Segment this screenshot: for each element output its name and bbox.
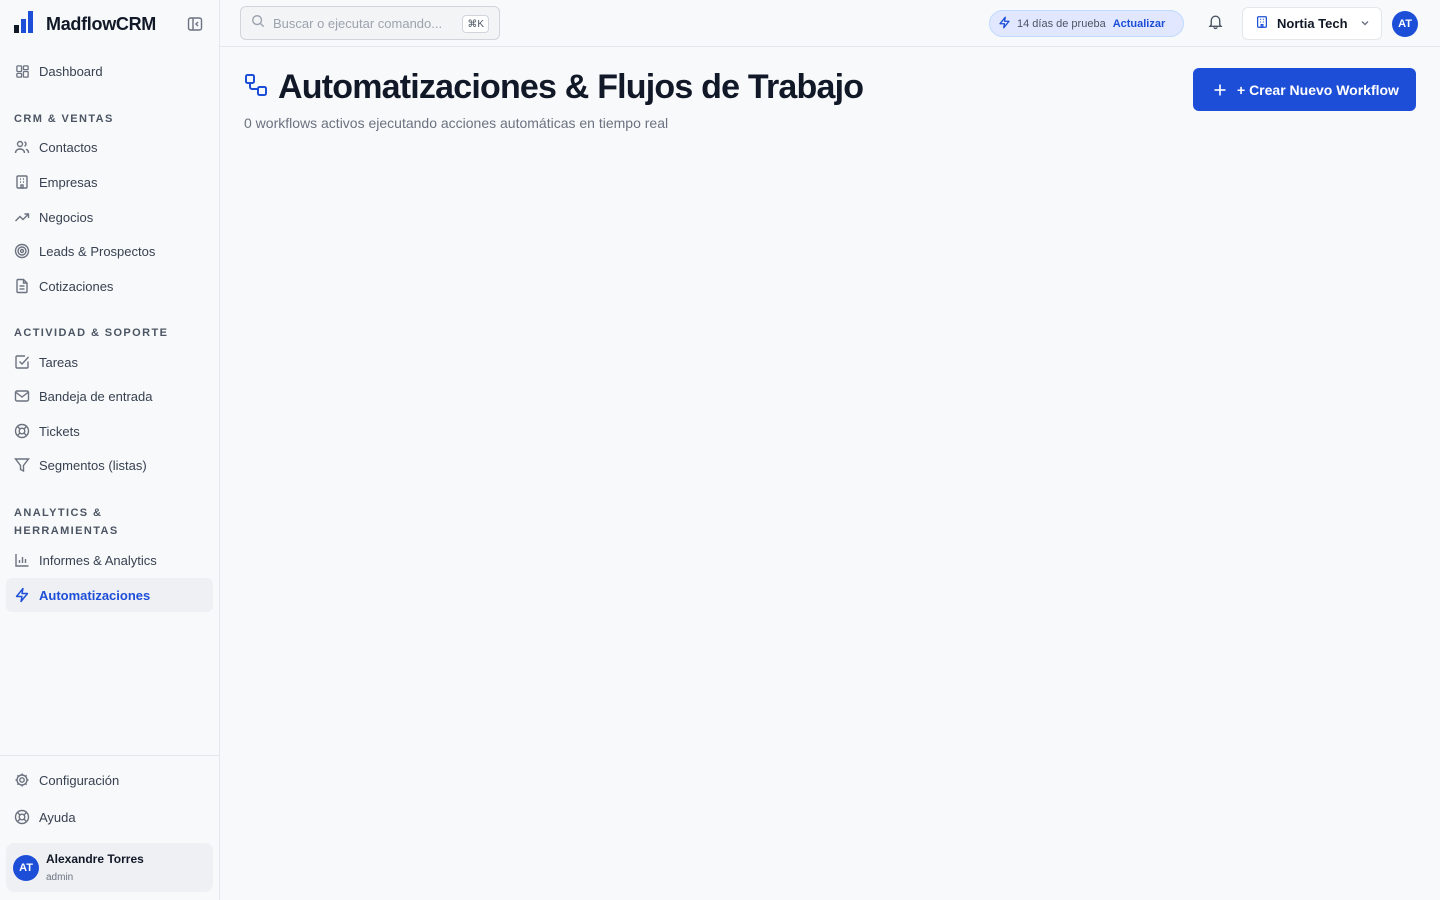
- sidebar-item-label: Bandeja de entrada: [39, 388, 153, 404]
- sidebar-item-segmentos[interactable]: Segmentos (listas): [6, 448, 213, 482]
- file-text-icon: [14, 278, 30, 294]
- upgrade-link[interactable]: Actualizar: [1113, 18, 1166, 30]
- avatar[interactable]: AT: [1392, 11, 1418, 37]
- help-circle-icon: [14, 809, 30, 825]
- sidebar-item-tickets[interactable]: Tickets: [6, 414, 213, 448]
- life-buoy-icon: [14, 423, 30, 439]
- users-icon: [14, 139, 30, 155]
- avatar: AT: [13, 855, 39, 881]
- sidebar-item-label: Cotizaciones: [39, 278, 114, 294]
- sidebar-item-label: Automatizaciones: [39, 587, 151, 603]
- sidebar-item-label: Ayuda: [39, 809, 76, 825]
- section-title-analytics: ANALYTICS & HERRAMIENTAS: [14, 507, 119, 537]
- sidebar-item-label: Leads & Prospectos: [39, 243, 156, 259]
- brand-name: MadflowCRM: [46, 13, 156, 34]
- notifications-button[interactable]: [1205, 14, 1225, 34]
- sidebar-item-label: Contactos: [39, 139, 98, 155]
- bar-chart-icon: [14, 552, 30, 568]
- sidebar-item-dashboard[interactable]: Dashboard: [6, 54, 213, 88]
- section-title-crm: CRM & VENTAS: [14, 113, 114, 125]
- page-subtitle: 0 workflows activos ejecutando acciones …: [244, 115, 669, 131]
- sidebar-item-empresas[interactable]: Empresas: [6, 165, 213, 199]
- sidebar-item-label: Dashboard: [39, 63, 103, 79]
- sidebar-item-label: Empresas: [39, 174, 98, 190]
- zap-icon: [14, 587, 30, 603]
- sidebar-divider: [0, 755, 219, 756]
- check-square-icon: [14, 354, 30, 370]
- settings-icon: [14, 772, 30, 788]
- create-workflow-label: + Crear Nuevo Workflow: [1237, 81, 1399, 98]
- sidebar-item-negocios[interactable]: Negocios: [6, 200, 213, 234]
- workflow-icon: [244, 73, 268, 102]
- shortcut-badge: ⌘K: [462, 15, 489, 33]
- page-header: Automatizaciones & Flujos de Trabajo 0 w…: [244, 68, 864, 131]
- page-title: Automatizaciones & Flujos de Trabajo: [278, 68, 864, 106]
- sidebar-item-label: Tareas: [39, 354, 79, 370]
- building-icon: [1255, 15, 1269, 32]
- sidebar-collapse-button[interactable]: [184, 14, 206, 34]
- trial-banner[interactable]: 14 días de prueba Actualizar: [989, 10, 1184, 37]
- topbar: ⌘K 14 días de prueba Actualizar Nortia T…: [220, 0, 1440, 47]
- search-icon: [251, 14, 265, 33]
- sidebar-item-ayuda[interactable]: Ayuda: [6, 800, 213, 834]
- sidebar-item-tareas[interactable]: Tareas: [6, 345, 213, 379]
- sidebar-item-leads[interactable]: Leads & Prospectos: [6, 234, 213, 268]
- sidebar-item-informes[interactable]: Informes & Analytics: [6, 543, 213, 577]
- sidebar-item-cotizaciones[interactable]: Cotizaciones: [6, 269, 213, 303]
- create-workflow-button[interactable]: + Crear Nuevo Workflow: [1193, 68, 1416, 111]
- target-icon: [14, 243, 30, 259]
- bell-icon: [1207, 13, 1224, 35]
- sidebar-item-configuracion[interactable]: Configuración: [6, 763, 213, 797]
- sidebar: MadflowCRM Dashboard CRM & VENTAS Contac…: [0, 0, 220, 900]
- section-title-actividad: ACTIVIDAD & SOPORTE: [14, 327, 169, 339]
- sidebar-item-label: Informes & Analytics: [39, 552, 157, 568]
- zap-icon: [998, 16, 1011, 32]
- sidebar-item-contactos[interactable]: Contactos: [6, 130, 213, 164]
- filter-icon: [14, 457, 30, 473]
- org-switcher[interactable]: Nortia Tech: [1242, 7, 1382, 40]
- bar-chart-logo-icon: [14, 10, 34, 38]
- trial-text: 14 días de prueba: [1017, 17, 1106, 30]
- sidebar-item-label: Segmentos (listas): [39, 457, 147, 473]
- sidebar-item-label: Tickets: [39, 423, 80, 439]
- search-input[interactable]: [273, 15, 453, 31]
- user-profile-card[interactable]: AT Alexandre Torres admin: [6, 843, 213, 892]
- org-name: Nortia Tech: [1277, 16, 1348, 31]
- user-role: admin: [46, 872, 74, 883]
- sidebar-item-label: Negocios: [39, 209, 94, 225]
- trending-up-icon: [14, 209, 30, 225]
- search-box[interactable]: ⌘K: [240, 6, 500, 40]
- sidebar-item-bandeja[interactable]: Bandeja de entrada: [6, 379, 213, 413]
- plus-icon: [1213, 83, 1227, 97]
- grid-icon: [14, 63, 30, 79]
- user-name: Alexandre Torres: [46, 852, 144, 866]
- building-icon: [14, 174, 30, 190]
- sidebar-item-automatizaciones[interactable]: Automatizaciones: [6, 578, 213, 612]
- mail-icon: [14, 388, 30, 404]
- chevron-down-icon: [1359, 17, 1371, 32]
- sidebar-item-label: Configuración: [39, 772, 120, 788]
- brand[interactable]: MadflowCRM: [14, 10, 156, 38]
